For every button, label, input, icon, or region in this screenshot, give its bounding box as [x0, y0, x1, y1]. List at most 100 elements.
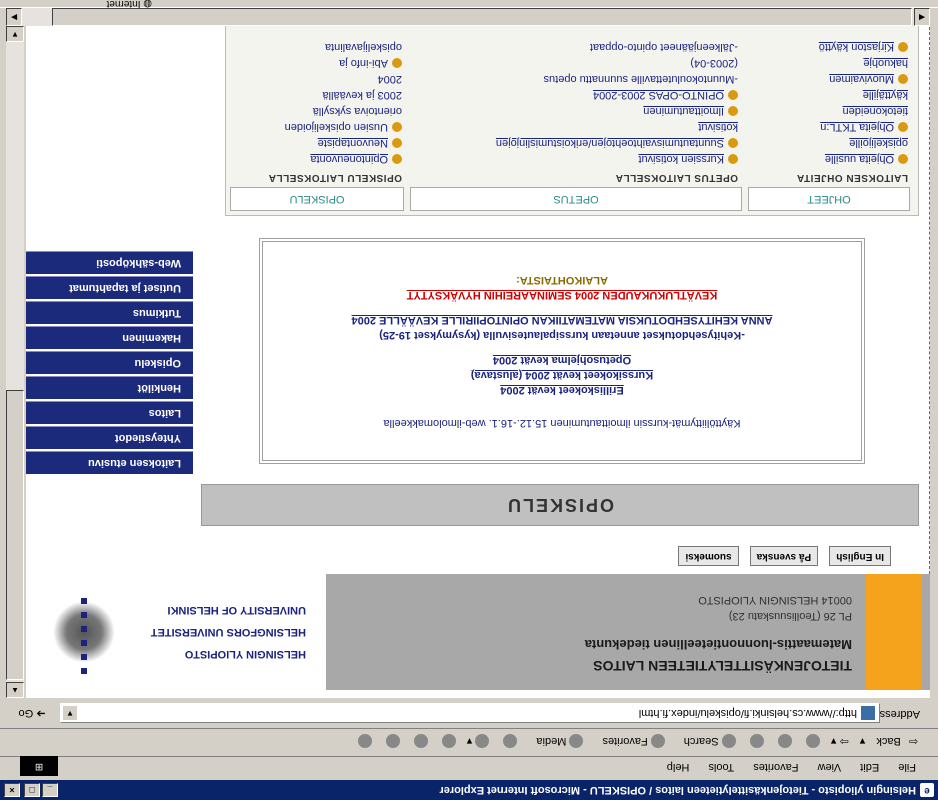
- dev-suggestions-link[interactable]: ANNA KEHITYSEHDOTUKSIA MATEMATIIKAN OPIN…: [263, 312, 861, 327]
- accepted-seminars-link[interactable]: KEVÄTLUKUKAUDEN 2004 SEMINAAREIHIN HYVÄK…: [263, 287, 861, 302]
- menu-tools[interactable]: Tools: [708, 756, 734, 778]
- windows-logo-icon: ⊞: [20, 756, 58, 776]
- guide-link[interactable]: opiskelijoille: [748, 136, 908, 150]
- favorites-button[interactable]: Favorites: [594, 728, 665, 754]
- teaching-link[interactable]: Kurssien kotisivut: [412, 152, 738, 166]
- study-link[interactable]: Opintoneuvonta: [230, 152, 402, 166]
- guide-link[interactable]: Ohjeita uusille: [748, 152, 908, 166]
- ie-icon: e: [920, 783, 934, 797]
- page-content: TIETOJENKÄSITTELYTIETEEN LAITOS Matemaat…: [26, 26, 930, 698]
- horizontal-scroll-thumb[interactable]: [52, 8, 912, 26]
- nav-item-etusivu[interactable]: Laitoksen etusivu: [26, 451, 193, 474]
- teaching-link[interactable]: OPINTO-OPAS 2003-2004: [412, 88, 738, 102]
- tab-opiskelu[interactable]: OPISKELU: [230, 187, 404, 211]
- bullet-icon: [392, 57, 402, 68]
- nav-item-laitos[interactable]: Laitos: [26, 401, 193, 424]
- address-input[interactable]: http://www.cs.helsinki.fi/opiskelu/index…: [60, 703, 880, 723]
- teaching-link[interactable]: kotisivut: [412, 120, 738, 134]
- page-icon: [861, 706, 875, 720]
- star-icon: [650, 733, 665, 748]
- menu-view[interactable]: View: [818, 756, 842, 778]
- discuss-button[interactable]: [383, 728, 400, 754]
- nav-item-hakeminen[interactable]: Hakeminen: [26, 326, 193, 349]
- back-button[interactable]: ⇦ Back ▾: [860, 728, 918, 754]
- scroll-left-arrow-icon[interactable]: ◀: [914, 8, 930, 26]
- address-bar: Address http://www.cs.helsinki.fi/opiske…: [0, 700, 938, 726]
- study-link[interactable]: Uusien opiskelijoiden: [230, 120, 402, 134]
- horizontal-scrollbar[interactable]: ◀ ▶: [6, 8, 930, 26]
- tab-ohjeet[interactable]: OHJEET: [748, 187, 910, 211]
- maximize-button[interactable]: □: [24, 783, 40, 797]
- lang-en-button[interactable]: In English: [829, 546, 891, 566]
- history-button[interactable]: [500, 728, 518, 754]
- address-line-2: 00014 HELSINGIN YLIOPISTO: [698, 594, 852, 606]
- home-icon: [749, 733, 764, 748]
- nav-item-opiskelu[interactable]: Opiskelu: [26, 351, 193, 374]
- study-link[interactable]: orientoiva syksyllä: [230, 104, 402, 118]
- dev-subtitle: -Kehitysehdotukset annetaan kurssipalaut…: [379, 329, 745, 341]
- edit-icon: [413, 733, 428, 748]
- lang-sv-button[interactable]: På svenska: [749, 546, 819, 566]
- nav-item-yhteystiedot[interactable]: Yhteystiedot: [26, 426, 193, 449]
- page-title: OPISKELU: [201, 484, 919, 526]
- scroll-down-arrow-icon[interactable]: ▼: [6, 26, 24, 42]
- print-button[interactable]: [439, 728, 456, 754]
- nav-item-tutkimus[interactable]: Tutkimus: [26, 301, 193, 324]
- edit-button[interactable]: [411, 728, 428, 754]
- minimize-button[interactable]: _: [42, 783, 58, 797]
- scroll-up-arrow-icon[interactable]: ▲: [6, 682, 24, 698]
- tab-opetus[interactable]: OPETUS: [410, 187, 742, 211]
- status-zone: ◍ Internet: [106, 0, 152, 9]
- teaching-link[interactable]: -Muuntokoulutettaville suunnattu opetus: [412, 72, 738, 86]
- teaching-link[interactable]: Ilmoittautuminen: [412, 104, 738, 118]
- guide-link[interactable]: käyttäjille: [748, 88, 908, 102]
- schedule-link[interactable]: Opetusohjelma kevät 2004: [263, 352, 861, 367]
- vertical-scroll-thumb[interactable]: [6, 390, 24, 680]
- stop-button[interactable]: [803, 728, 820, 754]
- nav-item-uutiset[interactable]: Uutiset ja tapahtumat: [26, 276, 193, 299]
- separate-exams-link[interactable]: Erilliskokeet kevät 2004: [263, 382, 861, 397]
- bullet-icon: [898, 73, 908, 84]
- chevron-down-icon[interactable]: ▼: [63, 706, 77, 720]
- study-link[interactable]: Abi-info ja: [230, 56, 402, 70]
- browser-window: e Helsingin yliopisto - Tietojenkäsittel…: [0, 0, 938, 800]
- teaching-link[interactable]: Suuntautumisvaihtoehtojen/erikoistumisli…: [412, 136, 738, 150]
- print-icon: [441, 733, 456, 748]
- home-button[interactable]: [747, 728, 764, 754]
- lang-fi-button[interactable]: suomeksi: [678, 546, 739, 566]
- menu-file[interactable]: File: [898, 756, 916, 778]
- guide-link[interactable]: tietokoneiden: [748, 104, 908, 118]
- bullet-icon: [728, 105, 738, 116]
- menu-edit[interactable]: Edit: [860, 756, 879, 778]
- guide-link[interactable]: Muovivaimen: [748, 72, 908, 86]
- guide-link[interactable]: Ohjeita TKTL:n: [748, 120, 908, 134]
- study-link[interactable]: opiskelijavalinta: [230, 40, 402, 54]
- mail-button[interactable]: ▾: [467, 728, 490, 754]
- teaching-link[interactable]: (2003-04): [412, 56, 738, 70]
- scroll-right-arrow-icon[interactable]: ▶: [6, 8, 22, 26]
- study-link[interactable]: Neuvontapiste: [230, 136, 402, 150]
- nav-item-web-email[interactable]: Web-sähköposti: [26, 251, 193, 274]
- registration-link[interactable]: Käyttöliittymät-kurssin ilmoittautuminen…: [263, 415, 861, 430]
- vertical-scrollbar[interactable]: ▲ ▼: [6, 26, 24, 698]
- guide-link[interactable]: hakuohje: [748, 56, 908, 70]
- go-arrow-icon: ➔: [33, 707, 46, 719]
- guide-link[interactable]: Kirjaston käyttö: [748, 40, 908, 54]
- search-button[interactable]: Search: [676, 728, 736, 754]
- refresh-button[interactable]: [775, 728, 792, 754]
- address-line-1: PL 26 (Teollisuuskatu 23): [728, 610, 852, 622]
- go-button[interactable]: ➔ Go: [10, 704, 54, 722]
- uni-name-sv: HELSINGFORS UNIVERSITET: [150, 626, 306, 638]
- forward-button[interactable]: ⇨ ▾: [831, 728, 849, 754]
- menu-favorites[interactable]: Favorites: [753, 756, 798, 778]
- media-button[interactable]: Media: [528, 728, 584, 754]
- study-link[interactable]: 2003 ja keväällä: [230, 88, 402, 102]
- menu-help[interactable]: Help: [667, 756, 690, 778]
- close-button[interactable]: ×: [4, 783, 20, 797]
- nav-item-henkilot[interactable]: Henkilöt: [26, 376, 193, 399]
- column-guides-heading: LAITOKSEN OHJEITA: [796, 172, 908, 183]
- messenger-button[interactable]: [355, 728, 372, 754]
- study-link[interactable]: 2004: [230, 72, 402, 86]
- teaching-link[interactable]: -Jälkeenjääneet opinto-oppaat: [412, 40, 738, 54]
- course-exams-link[interactable]: Kurssikokeet kevät 2004 (alustava): [263, 367, 861, 382]
